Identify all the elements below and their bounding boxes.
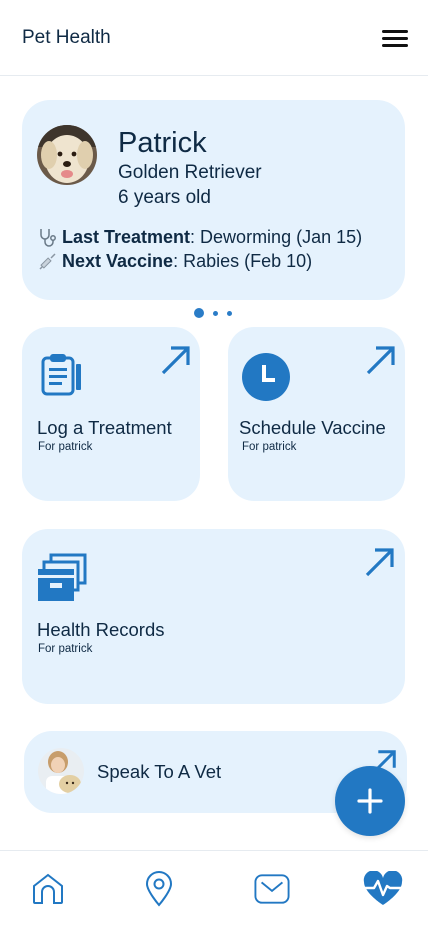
pet-age: 6 years old: [118, 187, 211, 208]
pet-name: Patrick: [118, 127, 207, 159]
log-treatment-card[interactable]: Log a Treatment For patrick: [22, 327, 200, 501]
health-records-title: Health Records: [37, 619, 165, 640]
schedule-vaccine-subtitle: For patrick: [242, 441, 297, 453]
vet-avatar: [38, 748, 84, 794]
stethoscope-icon: [37, 228, 59, 248]
next-vaccine-row: Next Vaccine : Rabies (Feb 10): [37, 251, 312, 272]
app-title: Pet Health: [22, 27, 111, 48]
pet-avatar: [37, 125, 97, 185]
plus-icon: [357, 788, 383, 814]
carousel-dot[interactable]: [194, 308, 204, 318]
add-button[interactable]: [335, 766, 405, 836]
hamburger-menu-icon[interactable]: [382, 30, 408, 48]
mail-icon: [254, 874, 290, 904]
arrow-up-right-icon: [364, 546, 396, 578]
clock-icon: [242, 353, 290, 406]
schedule-vaccine-card[interactable]: Schedule Vaccine For patrick: [228, 327, 405, 501]
nav-health[interactable]: [362, 871, 404, 907]
nav-messages[interactable]: [254, 871, 290, 907]
pet-profile-card[interactable]: Patrick Golden Retriever 6 years old Las…: [22, 100, 405, 300]
speak-to-vet-label: Speak To A Vet: [97, 761, 222, 782]
last-treatment-value: : Deworming (Jan 15): [190, 227, 363, 247]
carousel-indicator[interactable]: [194, 308, 241, 318]
heart-pulse-icon: [363, 871, 403, 905]
next-vaccine-label: Next Vaccine: [62, 251, 174, 271]
app-header: Pet Health: [0, 0, 428, 76]
carousel-dot[interactable]: [213, 310, 218, 316]
location-pin-icon: [145, 871, 173, 907]
home-icon: [33, 873, 63, 904]
log-treatment-title: Log a Treatment: [37, 417, 172, 438]
nav-location[interactable]: [141, 871, 177, 907]
nav-home[interactable]: [30, 871, 66, 907]
arrow-up-right-icon: [160, 344, 192, 376]
syringe-icon: [37, 252, 59, 272]
log-treatment-subtitle: For patrick: [38, 441, 93, 453]
last-treatment-label: Last Treatment: [62, 227, 191, 247]
schedule-vaccine-title: Schedule Vaccine: [239, 417, 386, 438]
next-vaccine-value: : Rabies (Feb 10): [173, 251, 313, 271]
health-records-card[interactable]: Health Records For patrick: [22, 529, 405, 704]
arrow-up-right-icon: [365, 344, 397, 376]
pet-breed: Golden Retriever: [118, 162, 262, 183]
last-treatment-row: Last Treatment : Deworming (Jan 15): [37, 227, 362, 248]
clipboard-icon: [40, 352, 84, 401]
carousel-dot[interactable]: [227, 310, 232, 316]
bottom-navigation: [0, 850, 428, 926]
file-boxes-icon: [37, 553, 89, 608]
health-records-subtitle: For patrick: [38, 643, 93, 655]
